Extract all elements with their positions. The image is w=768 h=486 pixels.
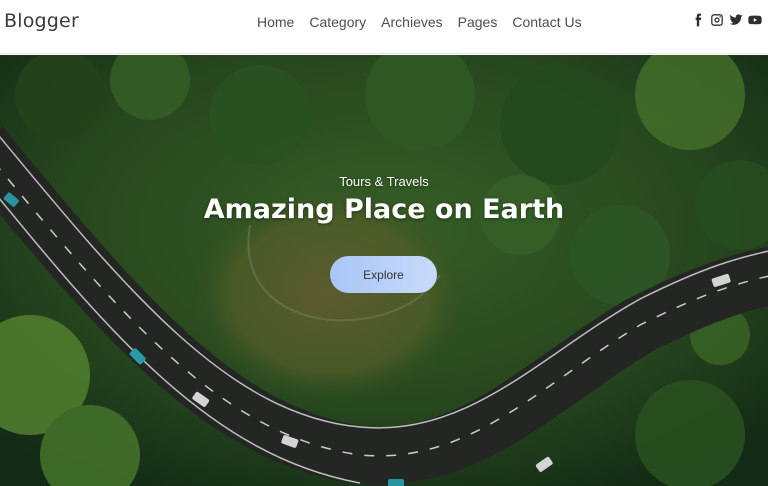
nav-menu: Home Category Archieves Pages Contact Us [257, 13, 597, 31]
twitter-icon[interactable] [728, 12, 743, 27]
explore-button[interactable]: Explore [330, 256, 437, 293]
instagram-icon[interactable] [709, 12, 724, 27]
hero-subtitle: Tours & Travels [339, 174, 429, 189]
nav-home[interactable]: Home [257, 13, 294, 31]
nav-contact-us[interactable]: Contact Us [512, 13, 581, 31]
top-navbar: Blogger Home Category Archieves Pages Co… [0, 0, 768, 54]
social-links [686, 12, 762, 27]
hero-title: Amazing Place on Earth [203, 194, 565, 225]
nav-archieves[interactable]: Archieves [381, 13, 442, 31]
nav-pages[interactable]: Pages [458, 13, 498, 31]
youtube-icon[interactable] [747, 12, 762, 27]
brand-logo[interactable]: Blogger [4, 10, 79, 32]
facebook-icon[interactable] [690, 12, 705, 27]
hero-content: Tours & Travels Amazing Place on Earth E… [0, 55, 768, 486]
nav-category[interactable]: Category [309, 13, 366, 31]
hero-banner: Tours & Travels Amazing Place on Earth E… [0, 55, 768, 486]
